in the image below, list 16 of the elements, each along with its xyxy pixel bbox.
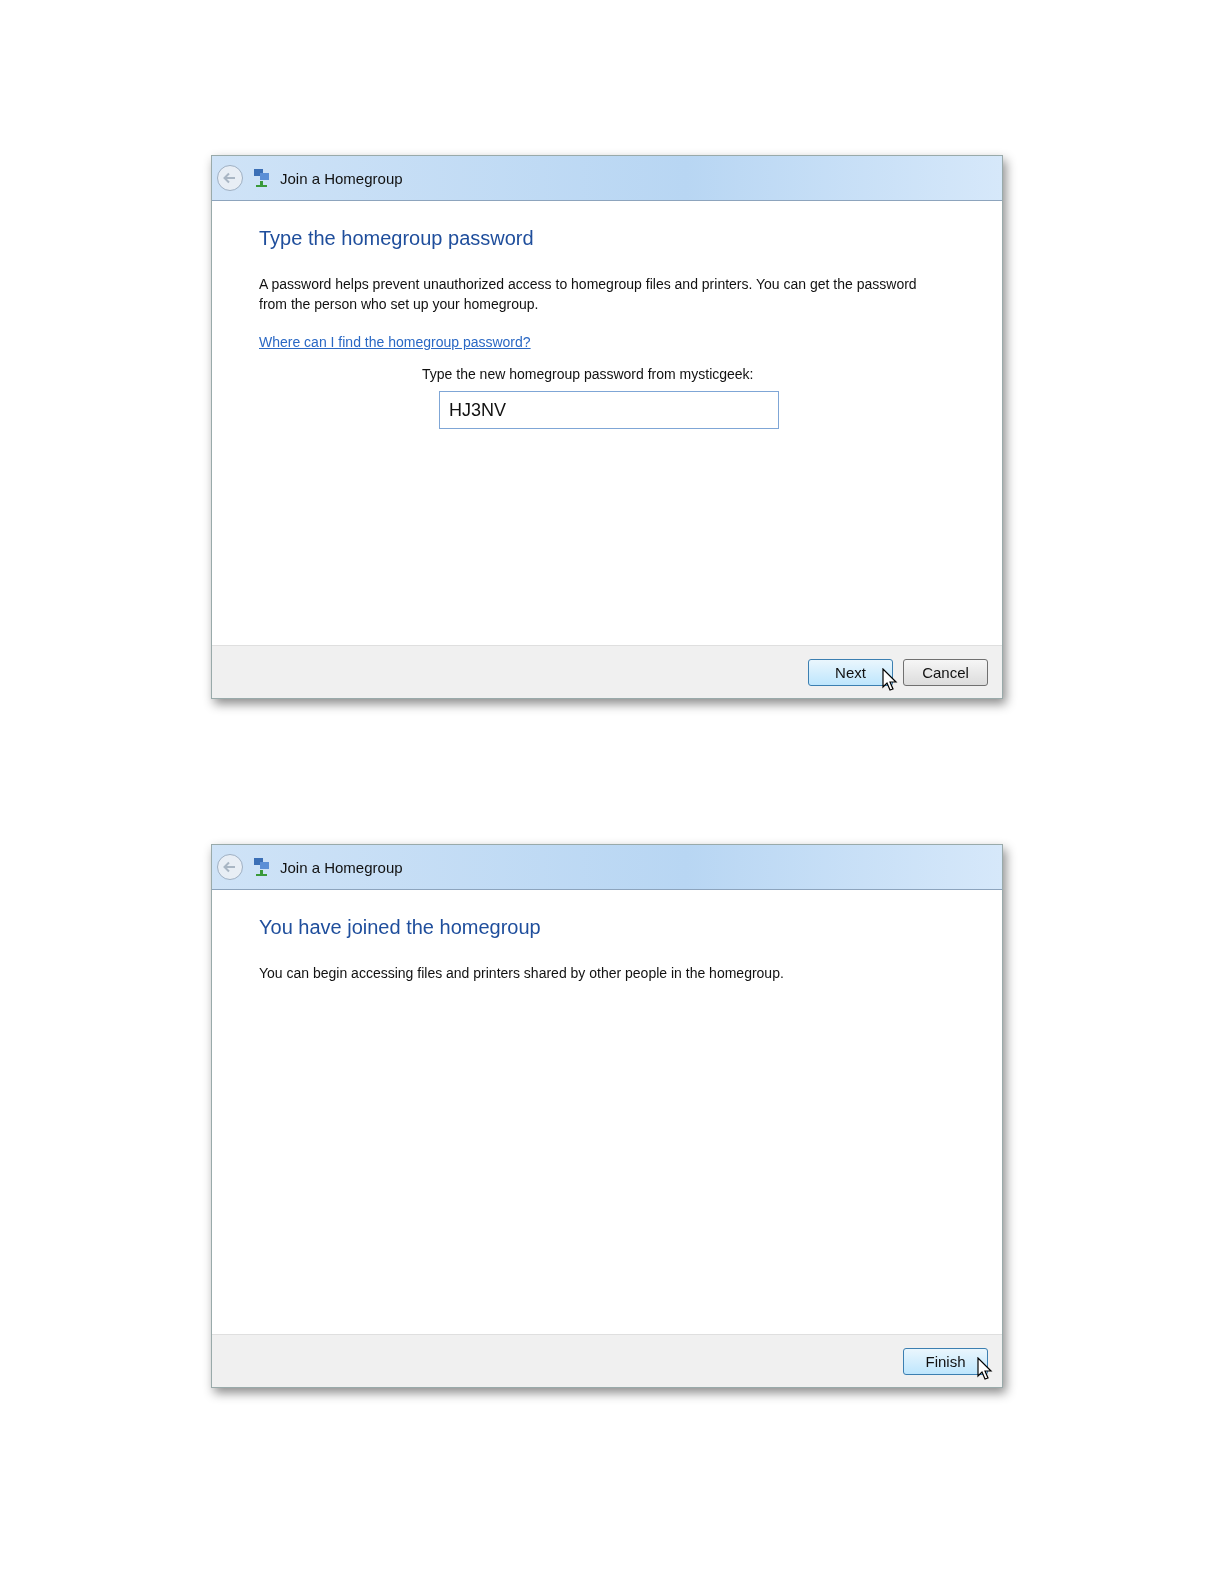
back-icon[interactable] <box>216 853 244 881</box>
network-icon <box>252 168 272 188</box>
mouse-pointer-icon <box>977 1356 993 1381</box>
description-text: You can begin accessing files and printers shared by other people in the homegroup. <box>259 964 785 983</box>
dialog-heading: You have joined the homegroup <box>259 916 541 939</box>
network-icon <box>252 857 272 877</box>
window-title: Join a Homegroup <box>280 169 403 187</box>
window-title: Join a Homegroup <box>280 858 403 876</box>
mouse-pointer-icon <box>882 667 898 692</box>
dialog-heading: Type the homegroup password <box>259 227 534 250</box>
description-text: A password helps prevent unauthorized access to homegroup files and printers. You can get the password from the person who set up your homegroup. <box>259 275 918 314</box>
dialog-button[interactable]: Cancel <box>903 658 988 686</box>
field-label: Type the new homegroup password from mysticgeek: <box>422 366 755 382</box>
back-icon[interactable] <box>216 164 244 192</box>
help-link[interactable]: Where can I find the homegroup password? <box>259 334 531 350</box>
password-field[interactable]: HJ3NV <box>439 391 779 429</box>
